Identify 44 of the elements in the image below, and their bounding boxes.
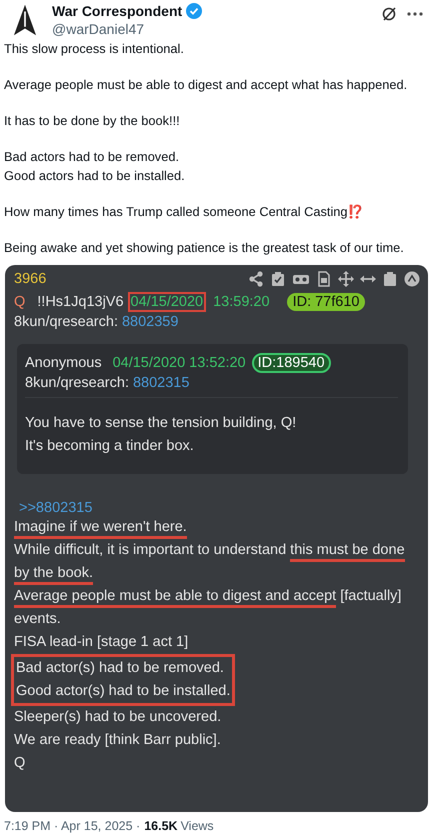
tweet-text: Bad actors had to be removed. Good actors had to be installed. bbox=[4, 148, 186, 185]
clipboard-check-icon[interactable] bbox=[270, 271, 286, 287]
post-link[interactable]: 8802359 bbox=[122, 314, 178, 330]
post-link[interactable]: 8802315 bbox=[132, 375, 190, 391]
post-text: Q bbox=[14, 754, 26, 773]
move-icon[interactable] bbox=[338, 271, 354, 287]
post-text: It's becoming a tinder box. bbox=[25, 437, 195, 456]
document-icon[interactable] bbox=[316, 271, 332, 287]
post-time: 13:59:20 bbox=[212, 293, 271, 312]
share-icon[interactable] bbox=[248, 271, 264, 287]
post-text: You have to sense the tension building, Q! bbox=[25, 414, 298, 433]
post-text: We are ready [think Barr public]. bbox=[14, 731, 222, 750]
poster-name: Q bbox=[14, 294, 26, 310]
tweet-text: How many times has Trump called someone Central Casting⁉ bbox=[4, 203, 365, 221]
author-handle[interactable]: @warDaniel47 bbox=[52, 21, 371, 37]
post-text: Bad actor(s) had to be removed. bbox=[16, 659, 225, 678]
view-count: 16.5K bbox=[144, 819, 178, 833]
post-text: While difficult, it is important to understand this must be done by the book. bbox=[14, 539, 420, 585]
tweet-text: It has to be done by the book!!! bbox=[4, 112, 181, 130]
author-name: War Correspondent bbox=[52, 3, 182, 19]
more-icon[interactable] bbox=[407, 12, 423, 16]
views-label: Views bbox=[180, 819, 214, 833]
tweet-text: Average people must be able to digest and accept what has happened. bbox=[4, 76, 408, 94]
tweet-text: Being awake and yet showing patience is the greatest task of our time. bbox=[4, 239, 405, 257]
post-number: 3966 bbox=[14, 271, 46, 287]
tweet-text: This slow process is intentional. bbox=[4, 40, 185, 58]
tripcode: !!Hs1Jq13jV6 bbox=[37, 294, 124, 310]
slashed-circle-icon[interactable] bbox=[381, 6, 397, 22]
post-text: Imagine if we weren't here. bbox=[14, 516, 420, 539]
post-datetime: 04/15/2020 13:52:20 bbox=[112, 354, 247, 373]
board-label: 8kun/qresearch: bbox=[25, 375, 129, 391]
up-circle-icon[interactable] bbox=[404, 271, 420, 287]
post-text: Good actor(s) had to be installed. bbox=[16, 682, 230, 701]
post-text: FISA lead-in [stage 1 act 1] bbox=[14, 633, 190, 652]
post-timestamp: 7:19 PM · Apr 15, 2025 · bbox=[4, 819, 140, 833]
post-date: 04/15/2020 bbox=[128, 292, 206, 312]
post-text: Average people must be able to digest and accept [factually] events. bbox=[14, 587, 402, 629]
reply-link[interactable]: >>8802315 bbox=[19, 500, 92, 516]
poster-name: Anonymous bbox=[25, 355, 102, 371]
clipboard-icon[interactable] bbox=[382, 271, 398, 287]
board-label: 8kun/qresearch: bbox=[14, 314, 118, 330]
poster-id: ID: 77f610 bbox=[286, 293, 366, 311]
poster-id: ID:189540 bbox=[252, 353, 331, 373]
post-text: Sleeper(s) had to be uncovered. bbox=[14, 708, 222, 727]
